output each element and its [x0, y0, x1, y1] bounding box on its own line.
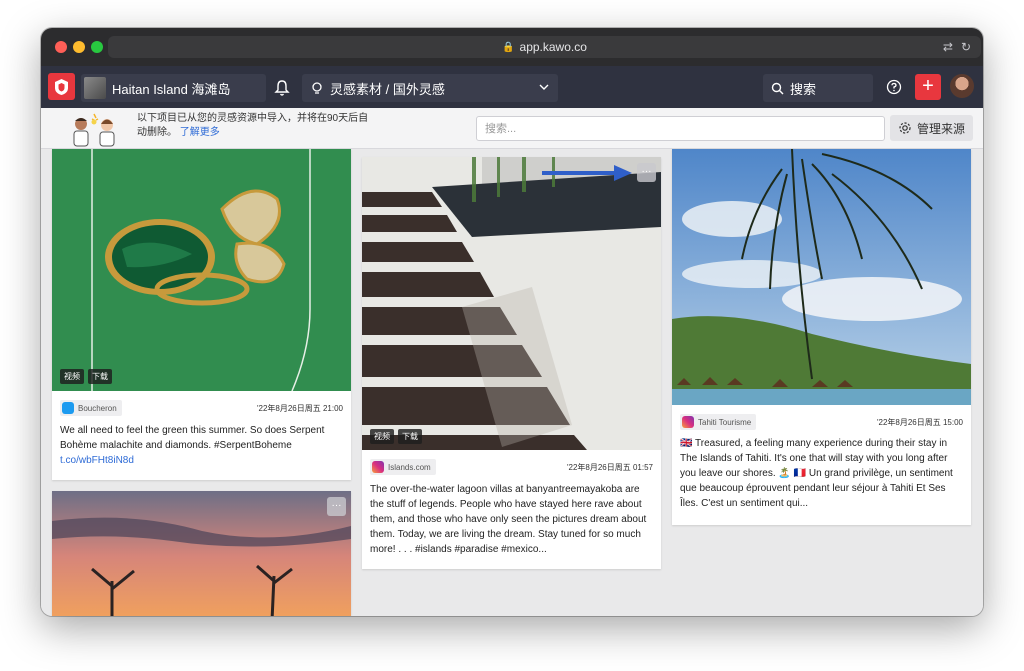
- post-source[interactable]: Boucheron: [60, 400, 122, 416]
- video-tag: 视频: [370, 429, 394, 444]
- download-tag[interactable]: 下载: [398, 429, 422, 444]
- post-date: '22年8月26日周五 15:00: [876, 417, 963, 427]
- more-options-button[interactable]: ···: [327, 497, 346, 516]
- video-tag: 视频: [60, 369, 84, 384]
- post-image[interactable]: [362, 157, 661, 450]
- people-illustration-icon: [73, 113, 115, 147]
- lightbulb-icon: [312, 82, 322, 94]
- close-window-button[interactable]: [55, 41, 67, 53]
- source-name: Tahiti Tourisme: [698, 417, 752, 427]
- post-caption: The over-the-water lagoon villas at bany…: [370, 484, 647, 555]
- workspace-thumbnail: [84, 77, 106, 99]
- post-text: We all need to feel the green this summe…: [60, 423, 343, 468]
- manage-sources-label: 管理来源: [916, 121, 965, 136]
- ring-photo: [52, 149, 351, 391]
- post-source[interactable]: Tahiti Tourisme: [680, 414, 757, 430]
- create-button[interactable]: +: [915, 74, 941, 100]
- maximize-window-button[interactable]: [91, 41, 103, 53]
- user-avatar[interactable]: [950, 74, 974, 98]
- help-icon[interactable]: [886, 79, 902, 95]
- global-search-button[interactable]: 搜索: [763, 74, 873, 102]
- kawo-logo-icon[interactable]: [48, 73, 75, 100]
- inspiration-card[interactable]: ···: [52, 491, 351, 616]
- more-options-button[interactable]: ···: [637, 163, 656, 182]
- gear-icon: [899, 122, 911, 134]
- inspiration-breadcrumb-dropdown[interactable]: 灵感素材 / 国外灵感: [302, 74, 558, 102]
- inspiration-search-input[interactable]: [476, 116, 885, 141]
- breadcrumb-label: 灵感素材 / 国外灵感: [330, 81, 445, 97]
- post-link[interactable]: t.co/wbFHt8iN8d: [60, 453, 343, 468]
- twitter-icon: [62, 402, 74, 414]
- post-date: '22年8月26日周五 21:00: [256, 403, 343, 413]
- inspiration-feed: 视频 下载 Boucheron '22年8月26日周五 21:00 We all…: [41, 149, 983, 616]
- bell-icon[interactable]: [270, 77, 294, 99]
- minimize-window-button[interactable]: [73, 41, 85, 53]
- inspiration-card[interactable]: ··· 视频 下载 Islands.com '22年8月26日周五 01:57 …: [362, 157, 661, 569]
- instagram-icon: [372, 461, 384, 473]
- inspiration-card[interactable]: Tahiti Tourisme '22年8月26日周五 15:00 🇬🇧 Tre…: [672, 149, 971, 525]
- instagram-icon: [682, 416, 694, 428]
- import-notice: 以下项目已从您的灵感资源中导入，并将在90天后自动删除。 了解更多: [137, 112, 377, 140]
- post-image[interactable]: [52, 149, 351, 391]
- search-icon: [771, 82, 784, 94]
- post-image[interactable]: [52, 491, 351, 616]
- lock-icon: 🔒: [502, 41, 515, 53]
- workspace-selector[interactable]: Haitan Island 海滩岛: [81, 74, 266, 102]
- reload-icon[interactable]: ↻: [961, 40, 971, 54]
- post-source[interactable]: Islands.com: [370, 459, 436, 475]
- source-name: Islands.com: [388, 462, 431, 472]
- stairs-photo: [362, 157, 661, 450]
- tahiti-photo: [672, 149, 971, 405]
- post-date: '22年8月26日周五 01:57: [566, 462, 653, 472]
- post-caption: 🇬🇧 Treasured, a feeling many experience …: [680, 438, 953, 509]
- sunset-photo: [52, 491, 351, 616]
- workspace-name: Haitan Island 海滩岛: [112, 81, 231, 97]
- source-name: Boucheron: [78, 403, 117, 413]
- address-bar[interactable]: 🔒 app.kawo.co ⇄ ↻: [108, 36, 981, 58]
- post-caption: We all need to feel the green this summe…: [60, 425, 325, 451]
- translate-icon[interactable]: ⇄: [943, 40, 953, 54]
- post-image[interactable]: [672, 149, 971, 405]
- url-text: app.kawo.co: [519, 40, 587, 54]
- download-tag[interactable]: 下载: [88, 369, 112, 384]
- notice-text: 以下项目已从您的灵感资源中导入，并将在90天后自动删除。: [137, 113, 369, 138]
- manage-sources-button[interactable]: 管理来源: [890, 115, 973, 141]
- chevron-down-icon: [539, 84, 549, 90]
- search-label: 搜索: [790, 81, 817, 97]
- learn-more-link[interactable]: 了解更多: [180, 127, 220, 138]
- browser-window: 🔒 app.kawo.co ⇄ ↻ Haitan Island 海滩岛 灵感素材…: [41, 28, 983, 616]
- inspiration-card[interactable]: 视频 下载 Boucheron '22年8月26日周五 21:00 We all…: [52, 149, 351, 480]
- browser-titlebar: 🔒 app.kawo.co ⇄ ↻: [41, 28, 983, 66]
